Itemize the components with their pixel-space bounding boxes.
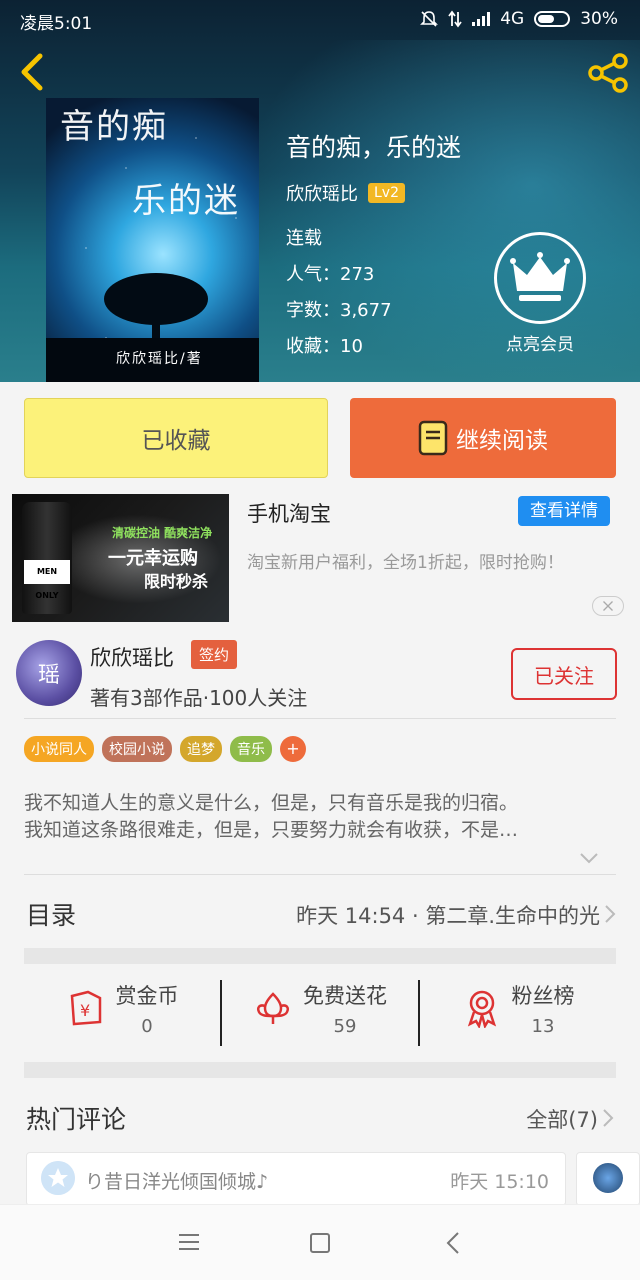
- data-transfer-icon: [448, 10, 462, 28]
- intro-line: 我知道这条路很难走，但是，只要努力就会有收获，不是…: [24, 819, 519, 841]
- ad-description: 淘宝新用户福利，全场1折起，限时抢购！: [247, 553, 564, 573]
- favorite-count: 收藏：10: [286, 336, 363, 357]
- comment-username: り昔日洋光倾国倾城♪: [85, 1171, 269, 1193]
- stat-name: 免费送花: [303, 984, 387, 1008]
- ad-image-text-1: 清碳控油 酷爽洁净: [112, 526, 213, 540]
- collected-button[interactable]: 已收藏: [24, 398, 328, 478]
- cover-title-line1: 音的痴: [60, 107, 168, 147]
- book-cover[interactable]: 音的痴 乐的迷 欣欣瑶比/著: [46, 98, 259, 382]
- continue-reading-button[interactable]: 继续阅读: [350, 398, 616, 478]
- table-of-contents-row[interactable]: 目录 昨天 14:54 · 第二章.生命中的光: [0, 876, 640, 948]
- comment-card[interactable]: [576, 1152, 640, 1206]
- continue-reading-label: 继续阅读: [456, 428, 548, 454]
- avatar[interactable]: 瑶: [16, 640, 82, 706]
- stat-value: 59: [333, 1016, 357, 1037]
- cover-title-line2: 乐的迷: [132, 181, 240, 221]
- word-count: 字数：3,677: [286, 300, 392, 321]
- share-icon[interactable]: [586, 52, 630, 94]
- chevron-right-icon[interactable]: [602, 1108, 614, 1128]
- follow-button[interactable]: 已关注: [511, 648, 617, 700]
- author-stats: 著有3部作品·100人关注: [90, 686, 308, 710]
- medal-icon: [467, 990, 496, 1028]
- serial-status: 连载: [286, 228, 322, 249]
- popularity: 人气：273: [286, 264, 375, 285]
- interaction-stats: ¥ 赏金币 0 免费送花 59 粉丝榜 13: [24, 980, 616, 1046]
- comment-time: 昨天 15:10: [450, 1171, 549, 1193]
- status-time: 凌晨5:01: [20, 14, 93, 34]
- section-separator: [24, 1062, 616, 1078]
- tag-item[interactable]: 音乐: [230, 736, 272, 762]
- home-icon[interactable]: [310, 1233, 330, 1253]
- crown-icon: [494, 232, 586, 324]
- author-row: 欣欣瑶比 Lv2: [286, 180, 461, 206]
- book-header: 凌晨5:01 4G 30% 音的痴 乐的迷 欣欣瑶比/著 音的痴，乐的迷 欣欣瑶…: [0, 0, 640, 382]
- vip-button[interactable]: 点亮会员: [493, 232, 587, 355]
- level-badge: Lv2: [368, 183, 405, 203]
- tag-list: 小说同人 校园小说 追梦 音乐 +: [24, 736, 306, 762]
- divider: [24, 718, 616, 719]
- ad-image-text-2: 一元幸运购: [108, 548, 198, 569]
- battery-label: 30%: [580, 9, 618, 29]
- product-bottle: MEN ONLY: [22, 502, 72, 614]
- vip-label: 点亮会员: [506, 335, 574, 355]
- system-nav-bar: [0, 1204, 640, 1280]
- stat-value: 0: [141, 1016, 153, 1037]
- tag-item[interactable]: 小说同人: [24, 736, 94, 762]
- book-icon: [418, 420, 448, 456]
- add-tag-button[interactable]: +: [280, 736, 306, 762]
- latest-chapter: 昨天 14:54 · 第二章.生命中的光: [296, 904, 600, 928]
- close-icon[interactable]: [592, 596, 624, 616]
- ad-image-text-3: 限时秒杀: [144, 572, 209, 591]
- menu-icon[interactable]: [178, 1233, 200, 1251]
- author-link[interactable]: 欣欣瑶比: [286, 180, 358, 206]
- chevron-right-icon: [605, 905, 616, 923]
- status-bar: 凌晨5:01 4G 30%: [0, 0, 640, 40]
- comment-card[interactable]: り昔日洋光倾国倾城♪ 昨天 15:10: [26, 1152, 566, 1206]
- stat-name: 赏金币: [115, 984, 179, 1008]
- section-separator: [24, 948, 616, 964]
- stat-value: 13: [531, 1016, 555, 1037]
- intro-line: 我不知道人生的意义是什么，但是，只有音乐是我的归宿。: [24, 792, 519, 814]
- ad-title: 手机淘宝: [247, 502, 331, 526]
- signed-badge: 签约: [191, 640, 238, 669]
- author-card: 瑶 欣欣瑶比 签约 著有3部作品·100人关注 已关注: [0, 628, 640, 718]
- book-title: 音的痴，乐的迷: [286, 133, 462, 162]
- avatar: [593, 1163, 623, 1193]
- stat-name: 粉丝榜: [511, 984, 575, 1008]
- cover-author: 欣欣瑶比/著: [116, 351, 203, 367]
- back-arrow-icon[interactable]: [14, 52, 50, 92]
- fan-ranking-stat[interactable]: 粉丝榜 13: [418, 980, 616, 1046]
- coin-icon: ¥: [70, 990, 101, 1026]
- back-icon[interactable]: [446, 1231, 460, 1255]
- book-intro[interactable]: 我不知道人生的意义是什么，但是，只有音乐是我的归宿。 我知道这条路很难走，但是，…: [24, 790, 616, 844]
- tag-item[interactable]: 追梦: [180, 736, 222, 762]
- ad-detail-button[interactable]: 查看详情: [518, 496, 610, 526]
- star-badge-icon: [41, 1161, 75, 1195]
- mute-bell-icon: [420, 11, 439, 27]
- battery-icon: [534, 11, 571, 27]
- status-icons: 4G 30%: [420, 9, 618, 29]
- ad-image[interactable]: MEN ONLY 清碳控油 酷爽洁净 一元幸运购 限时秒杀: [12, 494, 229, 622]
- divider: [24, 874, 616, 875]
- tag-item[interactable]: 校园小说: [102, 736, 172, 762]
- svg-text:¥: ¥: [80, 1001, 90, 1020]
- chevron-down-icon[interactable]: [580, 852, 598, 864]
- all-comments-link[interactable]: 全部(7): [526, 1104, 598, 1134]
- flower-icon: [257, 992, 289, 1024]
- toc-title: 目录: [26, 901, 77, 930]
- network-label: 4G: [500, 9, 525, 29]
- author-name[interactable]: 欣欣瑶比: [90, 642, 174, 672]
- signal-icon: [472, 12, 491, 26]
- hot-comments-title: 热门评论: [26, 1105, 127, 1134]
- reward-coins-stat[interactable]: ¥ 赏金币 0: [24, 980, 220, 1046]
- book-info: 音的痴，乐的迷 欣欣瑶比 Lv2 连载 人气：273 字数：3,677 收藏：1…: [286, 128, 461, 368]
- send-flower-stat[interactable]: 免费送花 59: [220, 980, 418, 1046]
